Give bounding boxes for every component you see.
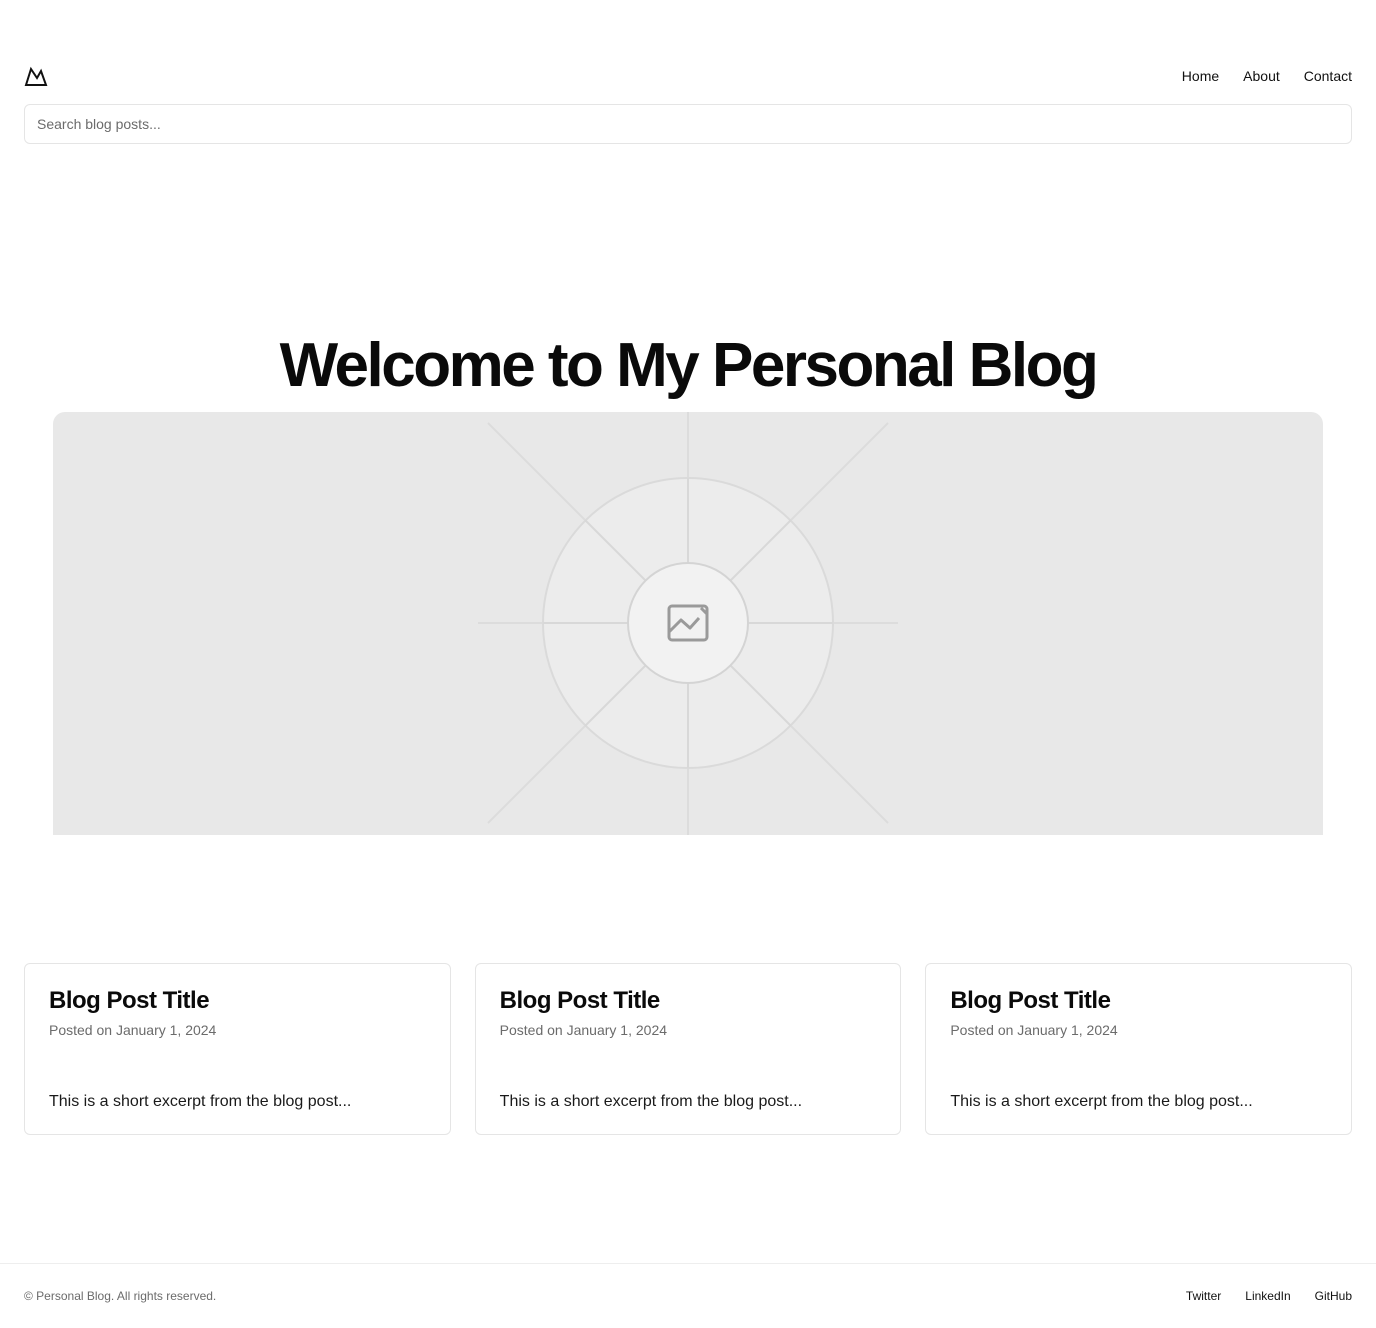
post-excerpt: This is a short excerpt from the blog po… — [950, 1093, 1253, 1110]
post-card[interactable]: Blog Post Title Posted on January 1, 202… — [24, 963, 451, 1135]
post-excerpt: This is a short excerpt from the blog po… — [49, 1093, 352, 1110]
post-title[interactable]: Blog Post Title — [49, 986, 426, 1016]
logo-link[interactable] — [24, 64, 48, 88]
post-date: Posted on January 1, 2024 — [499, 1022, 668, 1038]
post-card[interactable]: Blog Post Title Posted on January 1, 202… — [474, 963, 902, 1135]
hero-image — [53, 412, 1323, 835]
image-placeholder-graphic — [478, 412, 898, 835]
search-input[interactable] — [24, 104, 1352, 144]
post-excerpt: This is a short excerpt from the blog po… — [499, 1093, 803, 1110]
social-links: Twitter LinkedIn GitHub — [1186, 1289, 1352, 1303]
nav-about[interactable]: About — [1243, 68, 1280, 84]
page: Home About Contact Welcome to My Persona… — [0, 0, 1376, 1328]
github-link[interactable]: GitHub — [1315, 1289, 1352, 1303]
linkedin-link[interactable]: LinkedIn — [1245, 1289, 1290, 1303]
hero-title: Welcome to My Personal Blog — [279, 331, 1099, 400]
post-list: Blog Post Title Posted on January 1, 202… — [24, 963, 1353, 1135]
copyright-text: © Personal Blog. All rights reserved. — [24, 1289, 217, 1303]
mountain-icon — [24, 66, 48, 86]
main-nav: Home About Contact — [1182, 68, 1352, 84]
search-bar — [24, 104, 1352, 144]
post-title[interactable]: Blog Post Title — [500, 986, 877, 1016]
post-date: Posted on January 1, 2024 — [950, 1022, 1118, 1038]
post-date: Posted on January 1, 2024 — [49, 1022, 217, 1038]
nav-home[interactable]: Home — [1182, 68, 1219, 84]
post-title[interactable]: Blog Post Title — [950, 986, 1327, 1016]
twitter-link[interactable]: Twitter — [1186, 1289, 1221, 1303]
nav-contact[interactable]: Contact — [1304, 68, 1352, 84]
site-header: Home About Contact — [24, 60, 1352, 92]
site-footer: © Personal Blog. All rights reserved. Tw… — [0, 1263, 1376, 1328]
post-card[interactable]: Blog Post Title Posted on January 1, 202… — [925, 963, 1353, 1135]
